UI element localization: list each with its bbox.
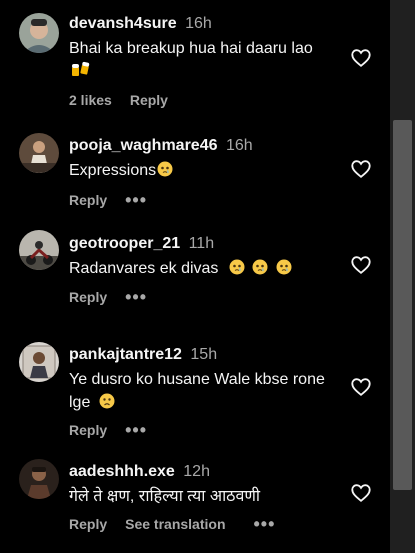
avatar[interactable]: [19, 230, 59, 270]
comment-item: geotrooper_21 11h Radanvares ek divas Re…: [0, 218, 390, 328]
comment-text-content: Bhai ka breakup hua hai daaru lao: [69, 40, 313, 57]
comment-item: aadeshhh.exe 12h गेले ते क्षण, राहिल्या …: [0, 450, 390, 553]
comment-username[interactable]: pooja_waghmare46: [69, 137, 218, 154]
scrollbar-track[interactable]: [390, 0, 415, 553]
heart-icon[interactable]: [350, 47, 372, 69]
comment-text: गेले ते क्षण, राहिल्या त्या आठवणी: [69, 485, 350, 508]
comment-item: devansh4sure 16h Bhai ka breakup hua hai…: [0, 0, 390, 120]
comment-text-content: गेले ते क्षण, राहिल्या त्या आठवणी: [69, 488, 261, 505]
comment-time: 15h: [190, 346, 218, 363]
more-options-icon[interactable]: •••: [125, 191, 147, 209]
more-options-icon[interactable]: •••: [254, 515, 276, 533]
comment-item: pankajtantre12 15h Ye dusro ko husane Wa…: [0, 328, 390, 450]
comment-time: 16h: [185, 15, 212, 32]
avatar[interactable]: [19, 342, 59, 382]
see-translation-button[interactable]: See translation: [125, 516, 225, 532]
comments-list: devansh4sure 16h Bhai ka breakup hua hai…: [0, 0, 390, 553]
reply-button[interactable]: Reply: [69, 192, 107, 208]
comment-text-content: Expressions: [69, 162, 157, 179]
heart-icon[interactable]: [350, 158, 372, 180]
reply-button[interactable]: Reply: [69, 516, 107, 532]
heart-icon[interactable]: [350, 376, 372, 398]
beer-mugs-icon: [70, 60, 90, 80]
comment-text-content: Radanvares ek divas: [69, 260, 219, 277]
crying-face-icon: [276, 259, 292, 275]
reply-button[interactable]: Reply: [69, 289, 107, 305]
comment-username[interactable]: geotrooper_21: [69, 235, 180, 252]
comment-username[interactable]: pankajtantre12: [69, 346, 182, 363]
comment-text: Bhai ka breakup hua hai daaru lao: [69, 37, 350, 85]
crying-face-icon: [157, 161, 173, 177]
heart-icon[interactable]: [350, 482, 372, 504]
avatar[interactable]: [19, 13, 59, 53]
reply-button[interactable]: Reply: [130, 92, 168, 108]
worried-face-icon: [99, 393, 115, 409]
comment-time: 12h: [183, 463, 210, 480]
scrollbar-thumb[interactable]: [393, 120, 412, 490]
reply-button[interactable]: Reply: [69, 422, 107, 438]
comment-item: pooja_waghmare46 16h Expressions Reply •…: [0, 120, 390, 218]
heart-icon[interactable]: [350, 254, 372, 276]
more-options-icon[interactable]: •••: [125, 288, 147, 306]
avatar[interactable]: [19, 133, 59, 173]
comment-text: Radanvares ek divas: [69, 257, 350, 280]
likes-count[interactable]: 2 likes: [69, 92, 112, 108]
avatar[interactable]: [19, 459, 59, 499]
comment-username[interactable]: aadeshhh.exe: [69, 463, 175, 480]
comment-time: 11h: [188, 235, 215, 252]
more-options-icon[interactable]: •••: [125, 421, 147, 439]
comment-username[interactable]: devansh4sure: [69, 15, 177, 32]
crying-face-icon: [229, 259, 245, 275]
comment-text: Expressions: [69, 159, 350, 182]
comment-time: 16h: [225, 137, 253, 154]
crying-face-icon: [252, 259, 268, 275]
comment-text: Ye dusro ko husane Wale kbse rone lge: [69, 368, 350, 414]
